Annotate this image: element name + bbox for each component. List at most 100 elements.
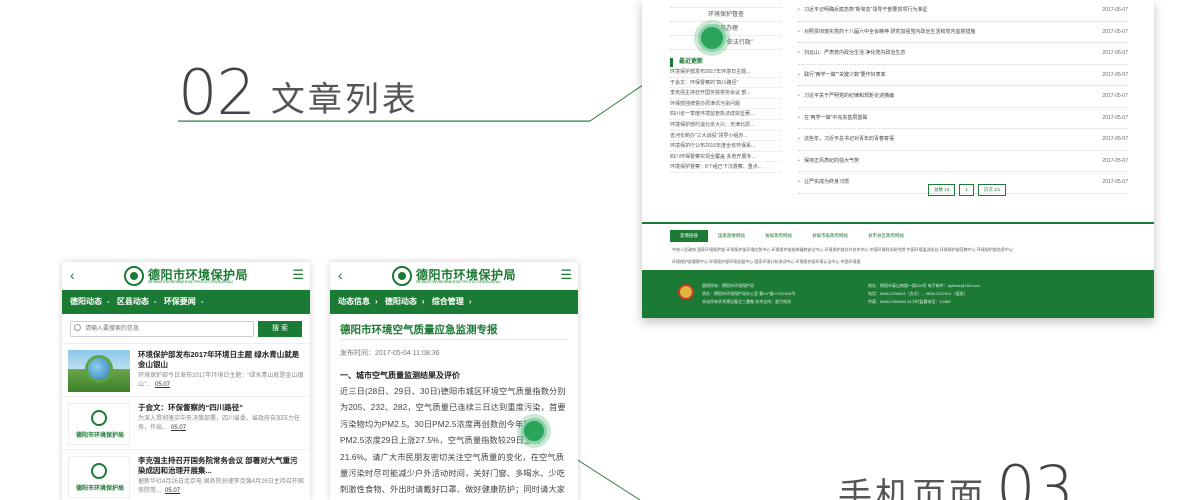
desktop-nav-item[interactable]: 环境保护督查	[670, 8, 782, 22]
article-list-row[interactable]: 这些年，习近平总书记对青年的青春寄语 2017-05-07	[798, 129, 1128, 151]
recent-update-item[interactable]: 四川环保督察实现全覆盖 多地开展专...	[670, 152, 782, 163]
desktop-article-list: 习近平记明确反腐态势“新常态”领导干部要抓项行为准星 2017-05-07 对照贯彻…	[798, 0, 1128, 194]
thumbnail-logo-text: 德阳市环境保护局	[75, 433, 124, 439]
section-label-mobile: 手机页面 03	[838, 452, 1074, 500]
recent-update-item[interactable]: 李克强主持召开国务院常务会议 部...	[670, 88, 782, 99]
article-row-title[interactable]: 让严实成为终身习惯	[804, 179, 849, 185]
news-thumbnail-logo[interactable]: 德阳市环境保护局	[68, 403, 130, 445]
menu-list-icon[interactable]: ☰	[292, 267, 304, 283]
recent-update-item[interactable]: 环保部挂牌督办周津讯污染问题	[670, 99, 782, 110]
pager-page-button[interactable]: 1	[959, 184, 974, 196]
links-tab[interactable]: 省级政府网站	[755, 230, 802, 242]
breadcrumb-item[interactable]: 综合管理	[432, 297, 464, 306]
footer-line: 版权所有：德阳市环境保护局	[702, 283, 754, 288]
search-icon	[74, 324, 81, 331]
article-row-title[interactable]: 习近平记明确反腐态势“新常态”领导干部要抓项行为准星	[804, 7, 927, 13]
desktop-left-column: 环境保护督查 意见办理 “德法四市 依法行政” 最近更新 环境保护部发布2017…	[670, 0, 782, 173]
recent-update-item[interactable]: 于会文：环保督察的“四川路径”	[670, 78, 782, 89]
article-list-row[interactable]: 习近平记明确反腐态势“新常态”领导干部要抓项行为准星 2017-05-07	[798, 0, 1128, 22]
breadcrumb-item[interactable]: 区县动态	[117, 297, 149, 306]
news-summary: 据新华社4月26日北京电 国务院总理李克强4月26日主持召开国务院常... 05.…	[138, 478, 304, 496]
highlight-hotspot-desktop	[698, 24, 726, 52]
footer-line: 传真：0838-2399082 24小时监督电话：12369	[868, 299, 951, 304]
news-summary-text: 据新华社4月26日北京电 国务院总理李克强4月26日主持召开国务院常...	[138, 479, 304, 494]
article-row-title[interactable]: 保持正风肃纪的强大气势	[804, 158, 859, 164]
recent-update-item[interactable]: 环境保护厅公布2016年度全省环保系...	[670, 141, 782, 152]
article-content: 德阳市环境空气质量应急监测专报 发布时间：2017-05-04 11:08:36…	[330, 314, 578, 500]
search-button[interactable]: 搜 索	[258, 321, 302, 337]
desktop-nav-item[interactable]: “德法四市 依法行政”	[670, 36, 782, 50]
article-row-title[interactable]: 刘云山：严肃党内政治生活 净化党内政治生态	[804, 50, 905, 56]
links-row[interactable]: 中央人民政府 国家环境保护部 环境保护部环境应急中心 环境保护部核和辐射安全中心…	[642, 244, 1154, 256]
recent-updates-list: 环境保护部发布2017年环境日主题... 于会文：环保督察的“四川路径” 李克强主持…	[670, 67, 782, 173]
desktop-nav-item[interactable]: 意见办理	[670, 22, 782, 36]
mobile-header: ‹ 德阳市环境保护局 DEYANG ENVIRONMENTAL PROTECTI…	[62, 262, 310, 290]
article-row-title[interactable]: 对照贯彻落实党的十八届六中全会精神 研究加强党内政治生活和党内监督措施	[804, 29, 975, 35]
mobile-list-page: ‹ 德阳市环境保护局 DEYANG ENVIRONMENTAL PROTECTI…	[62, 262, 310, 500]
article-row-title[interactable]: 这些年，习近平总书记对青年的青春寄语	[804, 136, 894, 142]
back-arrow-icon[interactable]: ‹	[338, 267, 343, 283]
news-title[interactable]: 于会文：环保督察的“四川路径”	[138, 403, 304, 413]
news-summary: 环境保护部今日发布2017年环境日主题：“绿水青山就是金山银山”... 05.07	[138, 372, 304, 390]
news-list-item[interactable]: 环境保护部发布2017年环境日主题 绿水青山就是金山银山 环境保护部今日发布201…	[62, 344, 310, 397]
news-title[interactable]: 李克强主持召开国务院常务会议 部署对大气重污染成因和治理开展集...	[138, 456, 304, 476]
footer-line: 电话：0838-2206541（办文）、0838-2207641（值班）	[868, 291, 968, 296]
breadcrumb: 动态信息 › 德阳动态 › 综合管理 ›	[330, 290, 578, 314]
recent-update-item[interactable]: 环境保护督察：8个组已下沉督察、重点...	[670, 162, 782, 173]
news-date: 05.07	[171, 425, 187, 431]
recent-update-item[interactable]: 环境保护部约谈北京大兴、天津北辰...	[670, 120, 782, 131]
article-list-row[interactable]: 对照贯彻落实党的十八届六中全会精神 研究加强党内政治生活和党内监督措施 2017-…	[798, 22, 1128, 43]
search-input[interactable]	[70, 321, 254, 337]
news-date: 05.07	[155, 382, 171, 388]
links-tab[interactable]: 县级市级政府网站	[802, 230, 858, 242]
news-summary: 为深入贯彻落实中央决策部署，四川省委、省政府自加压力任务，作出... 05.07	[138, 415, 304, 433]
news-list-item[interactable]: 德阳市环境保护局 李克强主持召开国务院常务会议 部署对大气重污染成因和治理开展集.…	[62, 450, 310, 500]
mobile-news-list: 环境保护部发布2017年环境日主题 绿水青山就是金山银山 环境保护部今日发布201…	[62, 344, 310, 500]
article-row-date: 2017-05-07	[1102, 7, 1128, 13]
news-thumbnail-image[interactable]	[68, 350, 130, 392]
recent-updates-title: 最近更新	[670, 58, 782, 67]
links-tab[interactable]: 国家部委网站	[708, 230, 755, 242]
news-title[interactable]: 环境保护部发布2017年环境日主题 绿水青山就是金山银山	[138, 350, 304, 370]
article-title: 德阳市环境空气质量应急监测专报	[340, 322, 568, 340]
article-list-row[interactable]: 刘云山：严肃党内政治生活 净化党内政治生态 2017-05-07	[798, 43, 1128, 65]
links-row[interactable]: 环境保护部督察中心 环境保护部环境发展中心 国家环境分析测试中心 环境保护部环境…	[642, 256, 1154, 268]
article-row-date: 2017-05-07	[1102, 136, 1128, 142]
highlight-hotspot-mobile	[521, 418, 547, 444]
section-number: 03	[996, 452, 1074, 500]
breadcrumb-item[interactable]: 德阳动态	[70, 297, 102, 306]
article-list-row[interactable]: 习近平关于严明党的纪律和规矩论述摘编 2017-05-07	[798, 86, 1128, 108]
article-row-date: 2017-05-07	[1102, 179, 1128, 185]
bureau-logo-icon	[91, 463, 107, 479]
search-bar: 搜 索	[62, 314, 310, 344]
section-divider	[178, 121, 590, 122]
footer-right-info: 地址：德阳市泰山南路一段228号 电子邮件：dyhbsx@163.com 电话：…	[868, 282, 980, 306]
recent-update-item[interactable]: 环境保护部发布2017年环境日主题...	[670, 67, 782, 78]
article-row-title[interactable]: 践行“两学一做”“关键少数”要作好表率	[804, 72, 886, 78]
article-row-date: 2017-05-07	[1102, 71, 1128, 78]
pager-total: 总数 13	[928, 184, 956, 196]
news-thumbnail-logo[interactable]: 德阳市环境保护局	[68, 456, 130, 498]
desktop-footer: 版权所有：德阳市环境保护局 承办：德阳市环境保护局办公室 蜀ICP备170078…	[642, 270, 1154, 318]
bureau-logo-icon	[124, 266, 144, 286]
breadcrumb-item[interactable]: 动态信息	[338, 297, 370, 306]
article-row-title[interactable]: 在“两学一做”中充实基层基础	[804, 115, 867, 121]
menu-list-icon[interactable]: ☰	[560, 267, 572, 283]
bureau-logo-icon	[91, 410, 107, 426]
article-row-title[interactable]: 习近平关于严明党的纪律和规矩论述摘编	[804, 93, 894, 99]
links-tab[interactable]: 县市县区政府网站	[858, 230, 914, 242]
breadcrumb-item[interactable]: 德阳动态	[385, 297, 417, 306]
links-tab-active[interactable]: 友情链接	[670, 230, 708, 242]
article-list-row[interactable]: 践行“两学一做”“关键少数”要作好表率 2017-05-07	[798, 65, 1128, 86]
footer-line: 地址：德阳市泰山南路一段228号 电子邮件：dyhbsx@163.com	[868, 283, 980, 288]
news-list-item[interactable]: 德阳市环境保护局 于会文：环保督察的“四川路径” 为深入贯彻落实中央决策部署，四川省…	[62, 397, 310, 450]
site-subtitle: DEYANG ENVIRONMENTAL PROTECTION BUREAU	[148, 280, 233, 284]
article-row-date: 2017-05-07	[1102, 50, 1128, 56]
back-arrow-icon[interactable]: ‹	[70, 267, 75, 283]
recent-update-item[interactable]: 省河长制办“三大战役”领导小组办...	[670, 131, 782, 142]
breadcrumb-item[interactable]: 环保要闻	[164, 297, 196, 306]
article-list-row[interactable]: 在“两学一做”中充实基层基础 2017-05-07	[798, 108, 1128, 129]
article-list-row[interactable]: 保持正风肃纪的强大气势 2017-05-07	[798, 151, 1128, 172]
recent-update-item[interactable]: 四川省一季度环境监管执法成效显著...	[670, 109, 782, 120]
section-title: 手机页面	[838, 477, 986, 500]
